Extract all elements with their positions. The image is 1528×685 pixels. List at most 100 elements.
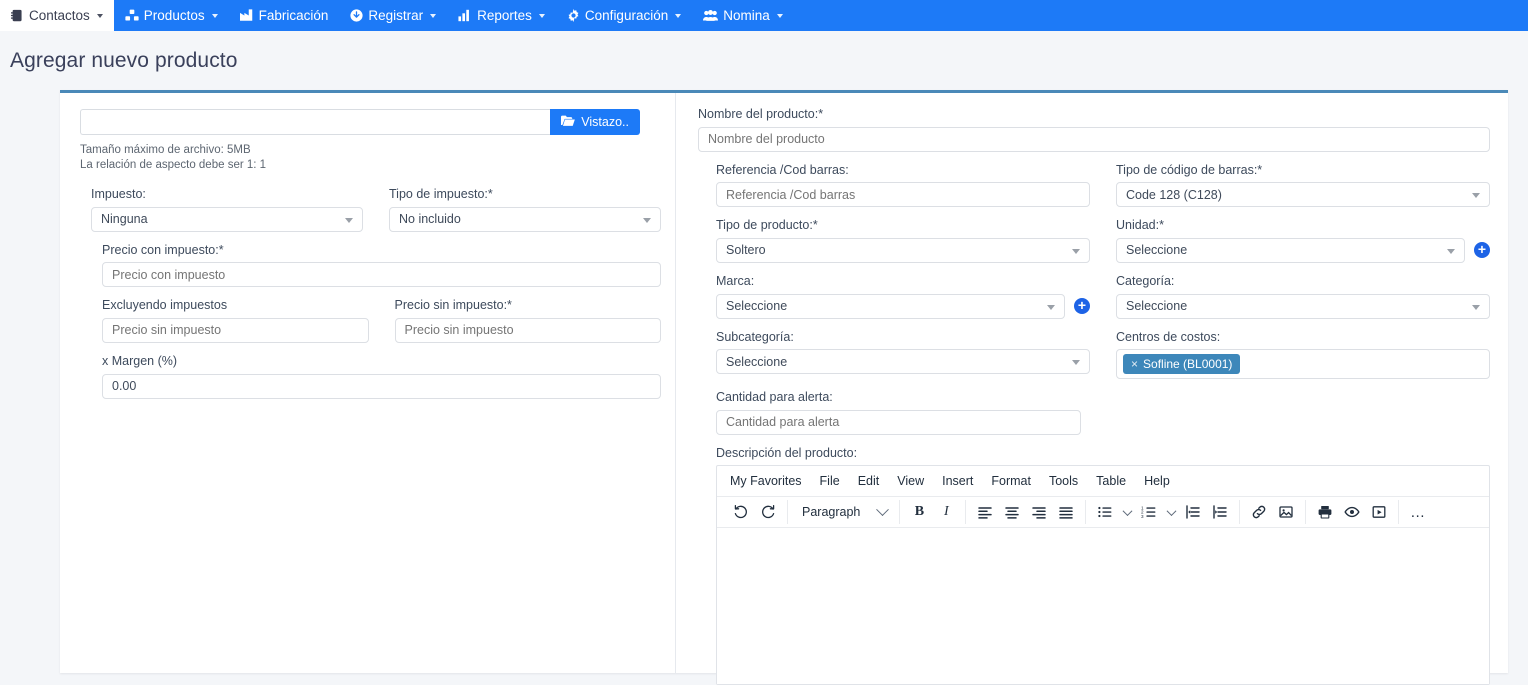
tipo-producto-select[interactable]: Soltero (716, 238, 1090, 263)
impuesto-label: Impuesto: (91, 187, 363, 203)
tag-item[interactable]: × Sofline (BL0001) (1123, 354, 1240, 374)
chevron-down-icon (1472, 193, 1480, 198)
add-unidad-button[interactable]: + (1474, 242, 1490, 258)
nav-item-registrar[interactable]: Registrar (339, 0, 447, 31)
chevron-down-icon (97, 14, 103, 18)
nav-item-contactos[interactable]: Contactos (0, 0, 114, 31)
chevron-down-icon (877, 503, 890, 516)
tipo-impuesto-select[interactable]: No incluido (389, 207, 661, 232)
field-margen: x Margen (%) (80, 354, 661, 399)
subcategoria-select[interactable]: Seleccione (716, 349, 1090, 374)
precio-sin-impuesto-input[interactable] (395, 318, 662, 343)
field-descripcion: Descripción del producto: My Favorites F… (698, 446, 1490, 685)
add-marca-button[interactable]: + (1074, 298, 1090, 314)
align-right-icon[interactable] (1026, 500, 1052, 524)
indent-icon[interactable] (1207, 500, 1233, 524)
numbered-list-icon[interactable]: 123 (1136, 500, 1162, 524)
format-select[interactable]: Paragraph (794, 500, 893, 524)
chevron-down-icon (1047, 305, 1055, 310)
bullet-list-options-icon[interactable] (1119, 500, 1135, 524)
nav-item-fabricacion[interactable]: Fabricación (229, 0, 340, 31)
bold-icon[interactable]: B (906, 500, 932, 524)
cantidad-alerta-input[interactable] (716, 410, 1081, 435)
referencia-label: Referencia /Cod barras: (716, 163, 1090, 179)
menu-tools[interactable]: Tools (1042, 471, 1085, 491)
bullet-list-icon[interactable] (1092, 500, 1118, 524)
menu-view[interactable]: View (890, 471, 931, 491)
precio-con-impuesto-input[interactable] (102, 262, 661, 287)
nav-label: Configuración (585, 9, 668, 23)
impuesto-select[interactable]: Ninguna (91, 207, 363, 232)
chevron-down-icon (643, 218, 651, 223)
field-unidad: Unidad:* Seleccione + (1116, 218, 1490, 263)
tipo-producto-value: Soltero (726, 243, 766, 257)
nav-label: Reportes (477, 9, 532, 23)
undo-icon[interactable] (728, 500, 754, 524)
nav-item-nomina[interactable]: Nomina (692, 0, 794, 31)
image-icon[interactable] (1273, 500, 1299, 524)
file-path-input[interactable] (80, 109, 550, 135)
editor-content-area[interactable] (717, 528, 1489, 684)
unidad-select[interactable]: Seleccione (1116, 238, 1465, 263)
tipo-impuesto-value: No incluido (399, 212, 461, 226)
chevron-down-icon (1072, 249, 1080, 254)
categoria-select[interactable]: Seleccione (1116, 294, 1490, 319)
remove-tag-icon[interactable]: × (1131, 357, 1138, 371)
chevron-down-icon (539, 14, 545, 18)
align-justify-icon[interactable] (1053, 500, 1079, 524)
chart-bar-icon (458, 9, 472, 22)
menu-format[interactable]: Format (984, 471, 1038, 491)
marca-select[interactable]: Seleccione (716, 294, 1065, 319)
link-icon[interactable] (1246, 500, 1272, 524)
menu-insert[interactable]: Insert (935, 471, 980, 491)
nav-item-reportes[interactable]: Reportes (447, 0, 556, 31)
centros-costos-label: Centros de costos: (1116, 330, 1490, 346)
italic-icon[interactable]: I (933, 500, 959, 524)
unidad-label: Unidad:* (1116, 218, 1490, 234)
menu-edit[interactable]: Edit (851, 471, 887, 491)
centros-costos-tagbox[interactable]: × Sofline (BL0001) (1116, 349, 1490, 379)
margen-label: x Margen (%) (102, 354, 661, 370)
excluyendo-impuestos-input[interactable] (102, 318, 369, 343)
descripcion-label: Descripción del producto: (716, 446, 1490, 462)
plus-circle-icon: + (1078, 298, 1086, 312)
field-nombre-producto: Nombre del producto:* (698, 107, 1490, 152)
preview-icon[interactable] (1339, 500, 1365, 524)
nav-item-productos[interactable]: Productos (114, 0, 229, 31)
redo-icon[interactable] (755, 500, 781, 524)
print-icon[interactable] (1312, 500, 1338, 524)
chevron-down-icon (675, 14, 681, 18)
tipo-codigo-barras-select[interactable]: Code 128 (C128) (1116, 182, 1490, 207)
tag-label: Sofline (BL0001) (1143, 357, 1232, 371)
menu-my-favorites[interactable]: My Favorites (723, 471, 809, 491)
nombre-producto-input[interactable] (698, 127, 1490, 152)
tipo-codigo-barras-value: Code 128 (C128) (1126, 188, 1222, 202)
align-center-icon[interactable] (999, 500, 1025, 524)
field-precio-con-impuesto: Precio con impuesto:* (80, 243, 661, 288)
field-excluyendo-impuestos: Excluyendo impuestos (102, 298, 369, 343)
marca-value: Seleccione (726, 299, 787, 313)
chevron-down-icon (1122, 506, 1132, 516)
product-form-card: Vistazo.. Tamaño máximo de archivo: 5MB … (60, 90, 1508, 673)
menu-file[interactable]: File (813, 471, 847, 491)
referencia-input[interactable] (716, 182, 1090, 207)
align-left-icon[interactable] (972, 500, 998, 524)
nav-label: Registrar (368, 9, 423, 23)
margen-input[interactable] (102, 374, 661, 399)
chevron-down-icon (345, 218, 353, 223)
rich-text-editor: My Favorites File Edit View Insert Forma… (716, 465, 1490, 685)
menu-table[interactable]: Table (1089, 471, 1133, 491)
categoria-value: Seleccione (1126, 299, 1187, 313)
unidad-value: Seleccione (1126, 243, 1187, 257)
menu-help[interactable]: Help (1137, 471, 1177, 491)
media-icon[interactable] (1366, 500, 1392, 524)
numbered-list-options-icon[interactable] (1163, 500, 1179, 524)
browse-button[interactable]: Vistazo.. (550, 109, 640, 135)
cantidad-alerta-label: Cantidad para alerta: (716, 390, 1081, 406)
address-book-icon (11, 9, 24, 22)
outdent-icon[interactable] (1180, 500, 1206, 524)
chevron-down-icon (1447, 249, 1455, 254)
more-options-icon[interactable]: … (1405, 500, 1431, 524)
nav-item-configuracion[interactable]: Configuración (556, 0, 692, 31)
chevron-down-icon (212, 14, 218, 18)
